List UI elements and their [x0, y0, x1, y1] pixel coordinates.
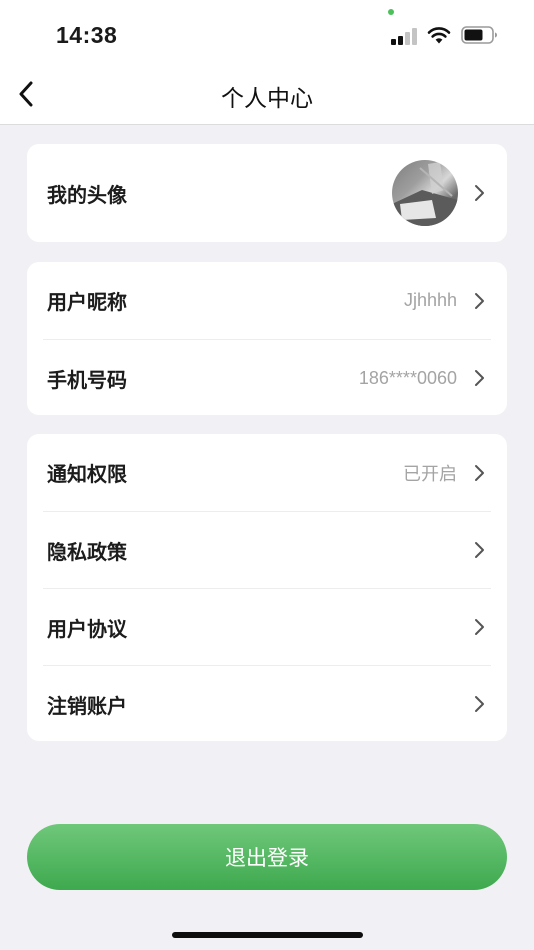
phone-value: 186****0060 — [358, 367, 457, 388]
chevron-right-icon — [475, 185, 484, 201]
delete-account-row[interactable]: 注销账户 — [43, 665, 491, 742]
notification-permission-label: 通知权限 — [47, 462, 127, 486]
nickname-value: Jjhhhh — [403, 290, 457, 310]
nickname-row[interactable]: 用户昵称 Jjhhhh — [43, 262, 491, 339]
logout-button-label: 退出登录 — [225, 846, 309, 870]
user-agreement-label: 用户协议 — [47, 616, 127, 641]
user-agreement-row[interactable]: 用户协议 — [43, 588, 491, 665]
cellular-signal-icon — [391, 28, 418, 45]
chevron-right-icon — [475, 464, 484, 481]
phone-row[interactable]: 手机号码 186****0060 — [43, 339, 491, 416]
wifi-icon — [427, 27, 451, 44]
logout-button[interactable]: 退出登录 — [27, 824, 507, 890]
page-title: 个人中心 — [221, 86, 313, 112]
chevron-right-icon — [475, 542, 484, 558]
settings-card: 通知权限 已开启 隐私政策 用户协议 注销账户 — [27, 434, 507, 741]
phone-label: 手机号码 — [47, 367, 127, 392]
status-time: 14:38 — [56, 22, 118, 48]
chevron-right-icon — [475, 619, 484, 635]
nickname-label: 用户昵称 — [47, 290, 127, 314]
privacy-policy-label: 隐私政策 — [47, 539, 127, 564]
avatar-card: 我的头像 — [27, 144, 507, 242]
privacy-indicator-dot — [388, 9, 394, 15]
chevron-right-icon — [475, 370, 484, 386]
avatar-photo — [392, 162, 458, 226]
chevron-right-icon — [475, 292, 484, 309]
notification-permission-value: 已开启 — [403, 463, 457, 484]
home-indicator[interactable] — [172, 932, 363, 938]
delete-account-label: 注销账户 — [47, 693, 127, 718]
avatar[interactable] — [392, 160, 458, 226]
account-card: 用户昵称 Jjhhhh 手机号码 186****0060 — [27, 262, 507, 415]
avatar-row-label: 我的头像 — [47, 182, 127, 207]
avatar-row[interactable]: 我的头像 — [43, 144, 491, 242]
chevron-right-icon — [475, 696, 484, 712]
notification-permission-row[interactable]: 通知权限 已开启 — [43, 434, 491, 511]
top-bar: 14:38 个人中心 — [0, 0, 534, 125]
battery-icon — [461, 26, 497, 44]
privacy-policy-row[interactable]: 隐私政策 — [43, 511, 491, 588]
